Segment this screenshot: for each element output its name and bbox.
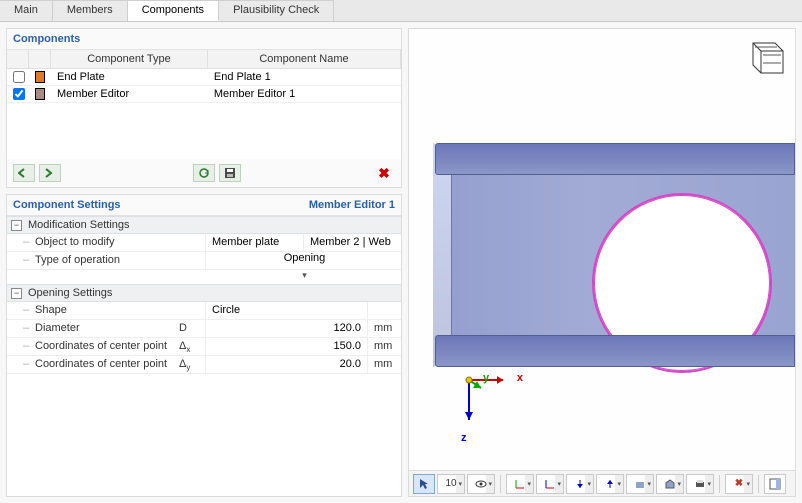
delete-button[interactable]: ✖: [373, 164, 395, 182]
components-header-row: Component Type Component Name: [7, 50, 401, 69]
axis-y-label: y: [483, 372, 489, 384]
camera-back-button[interactable]: [626, 474, 654, 494]
left-arrow-button[interactable]: [13, 164, 35, 182]
components-table: Component Type Component Name End Plate …: [7, 50, 401, 103]
prop-shape[interactable]: Shape Circle: [7, 302, 401, 320]
viewport-toolbar: 10 ✖: [409, 470, 795, 496]
view-cube-icon[interactable]: [741, 37, 787, 83]
viewport-panel: x y z 10 ✖: [408, 28, 796, 497]
tab-bar: Main Members Components Plausibility Che…: [0, 0, 802, 22]
prop-diameter[interactable]: Diameter D 120.0 mm: [7, 320, 401, 338]
prop-center-y[interactable]: Coordinates of center point Δy 20.0 mm: [7, 356, 401, 374]
beam-flange-top: [435, 143, 795, 175]
row-checkbox[interactable]: [13, 71, 25, 83]
cancel-view-button[interactable]: ✖: [725, 474, 753, 494]
table-row[interactable]: End Plate End Plate 1: [7, 69, 401, 86]
beam-graphic: [435, 143, 795, 367]
collapse-icon[interactable]: −: [11, 220, 22, 231]
row-name: End Plate 1: [208, 69, 401, 85]
save-button[interactable]: [219, 164, 241, 182]
tab-main[interactable]: Main: [0, 0, 53, 21]
row-type: End Plate: [51, 69, 208, 85]
camera-iso-button[interactable]: [656, 474, 684, 494]
tab-components[interactable]: Components: [128, 0, 219, 21]
beam-web: [451, 171, 795, 339]
components-panel: Components Component Type Component Name…: [6, 28, 402, 188]
pointer-tool-button[interactable]: [413, 474, 435, 494]
chevron-down-icon: ▾: [302, 270, 307, 281]
side-panel-button[interactable]: [764, 474, 786, 494]
row-name: Member Editor 1: [208, 86, 401, 102]
prop-type-of-operation[interactable]: Type of operation Opening ▾: [7, 252, 401, 270]
property-grid: − Modification Settings Object to modify…: [7, 216, 401, 374]
tab-members[interactable]: Members: [53, 0, 128, 21]
collapse-icon[interactable]: −: [11, 288, 22, 299]
group-opening-settings[interactable]: − Opening Settings: [7, 284, 401, 302]
row-type: Member Editor: [51, 86, 208, 102]
beam-flange-bottom: [435, 335, 795, 367]
settings-right-label: Member Editor 1: [309, 199, 395, 211]
axis-z-label: z: [461, 432, 467, 444]
tab-plausibility[interactable]: Plausibility Check: [219, 0, 334, 21]
axes-pos-z-button[interactable]: [596, 474, 624, 494]
left-column: Components Component Type Component Name…: [0, 22, 408, 503]
3d-viewport[interactable]: x y z: [409, 29, 795, 470]
row-color-icon: [35, 88, 45, 100]
axis-gizmo-icon: x y z: [449, 366, 519, 436]
table-row[interactable]: Member Editor Member Editor 1: [7, 86, 401, 103]
axes-xy-button[interactable]: [506, 474, 534, 494]
operation-select[interactable]: Opening ▾: [205, 252, 401, 269]
row-color-icon: [35, 71, 45, 83]
prop-object-to-modify[interactable]: Object to modify Member plate Member 2 |…: [7, 234, 401, 252]
group-modification-settings[interactable]: − Modification Settings: [7, 216, 401, 234]
axes-xz-button[interactable]: [536, 474, 564, 494]
refresh-button[interactable]: [193, 164, 215, 182]
components-toolbar: ✖: [7, 159, 401, 187]
prop-center-x[interactable]: Coordinates of center point Δx 150.0 mm: [7, 338, 401, 356]
settings-panel: Component Settings Member Editor 1 − Mod…: [6, 194, 402, 497]
axis-x-label: x: [517, 372, 523, 384]
print-button[interactable]: [686, 474, 714, 494]
row-checkbox[interactable]: [13, 88, 25, 100]
axes-neg-z-button[interactable]: [566, 474, 594, 494]
components-header-name: Component Name: [208, 50, 401, 68]
view-visibility-button[interactable]: [467, 474, 495, 494]
settings-panel-title: Component Settings Member Editor 1: [7, 195, 401, 216]
view-scale-button[interactable]: 10: [437, 474, 465, 494]
components-panel-title: Components: [7, 29, 401, 50]
components-header-type: Component Type: [51, 50, 208, 68]
right-arrow-button[interactable]: [39, 164, 61, 182]
